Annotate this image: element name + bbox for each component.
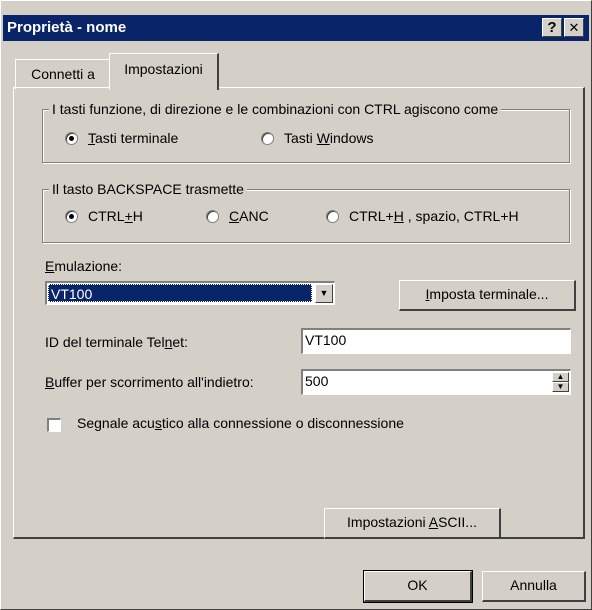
help-button[interactable]: ?	[542, 18, 562, 37]
properties-dialog: Proprietà - nome ? ✕ Connetti a Impostaz…	[0, 0, 592, 610]
settings-panel: I tasti funzione, di direzione e le comb…	[13, 87, 585, 539]
close-icon: ✕	[568, 20, 580, 35]
radio-label: CANC	[229, 208, 269, 224]
radio-tasti-terminale[interactable]: Tasti terminale	[65, 130, 178, 146]
ok-button[interactable]: OK	[363, 570, 473, 603]
radio-label: CTRL+H , spazio, CTRL+H	[349, 208, 519, 224]
terminal-settings-button[interactable]: Imposta terminale...	[399, 280, 576, 311]
window-title: Proprietà - nome	[7, 19, 127, 36]
radio-canc[interactable]: CANC	[206, 208, 269, 224]
arrow-down-icon: ▼	[556, 382, 565, 391]
radio-label: Tasti terminale	[88, 130, 179, 146]
cancel-button[interactable]: Annulla	[482, 571, 586, 602]
radio-dot	[65, 131, 78, 145]
emulation-select[interactable]: VT100 ▼	[45, 281, 335, 305]
stepper-up-button[interactable]: ▲	[552, 372, 569, 382]
beep-label: Segnale acustico alla connessione o disc…	[77, 415, 404, 431]
ascii-settings-button[interactable]: Impostazioni ASCII...	[324, 508, 501, 539]
radio-dot	[206, 209, 219, 223]
radio-tasti-windows[interactable]: Tasti Windows	[261, 130, 374, 146]
scrollback-value: 500	[305, 373, 329, 389]
tab-impostazioni[interactable]: Impostazioni	[109, 53, 219, 90]
scrollback-stepper[interactable]: 500 ▲ ▼	[301, 369, 571, 395]
emulation-label: Emulazione:	[45, 258, 123, 274]
beep-checkbox[interactable]	[47, 418, 61, 432]
radio-ctrl-h[interactable]: CTRL+H	[65, 208, 143, 224]
chevron-down-icon: ▼	[319, 288, 329, 298]
keys-group: I tasti funzione, di direzione e le comb…	[42, 100, 570, 163]
keys-group-legend: I tasti funzione, di direzione e le comb…	[49, 100, 502, 118]
telnet-id-label: ID del terminale Telnet:	[45, 334, 188, 350]
dropdown-button[interactable]: ▼	[315, 284, 333, 303]
scrollback-label: Buffer per scorrimento all'indietro:	[45, 374, 254, 390]
radio-dot	[261, 131, 274, 145]
radio-dot	[326, 209, 339, 223]
tab-label: Impostazioni	[124, 61, 203, 77]
radio-label: Tasti Windows	[284, 130, 374, 146]
title-bar: Proprietà - nome ? ✕	[3, 15, 589, 41]
stepper-down-button[interactable]: ▼	[552, 382, 569, 392]
tab-label: Connetti a	[31, 66, 95, 82]
backspace-group-legend: Il tasto BACKSPACE trasmette	[49, 180, 247, 198]
close-button[interactable]: ✕	[564, 18, 584, 37]
radio-dot	[65, 209, 78, 223]
arrow-up-icon: ▲	[556, 372, 565, 381]
emulation-selected-value: VT100	[48, 284, 312, 302]
backspace-group: Il tasto BACKSPACE trasmette CTRL+H CANC…	[42, 180, 570, 243]
tab-connetti-a[interactable]: Connetti a	[15, 59, 111, 89]
question-mark-icon: ?	[547, 19, 557, 36]
telnet-id-input[interactable]: VT100	[301, 328, 571, 354]
radio-label: CTRL+H	[88, 208, 143, 224]
radio-ctrl-h-spazio[interactable]: CTRL+H , spazio, CTRL+H	[326, 208, 519, 224]
